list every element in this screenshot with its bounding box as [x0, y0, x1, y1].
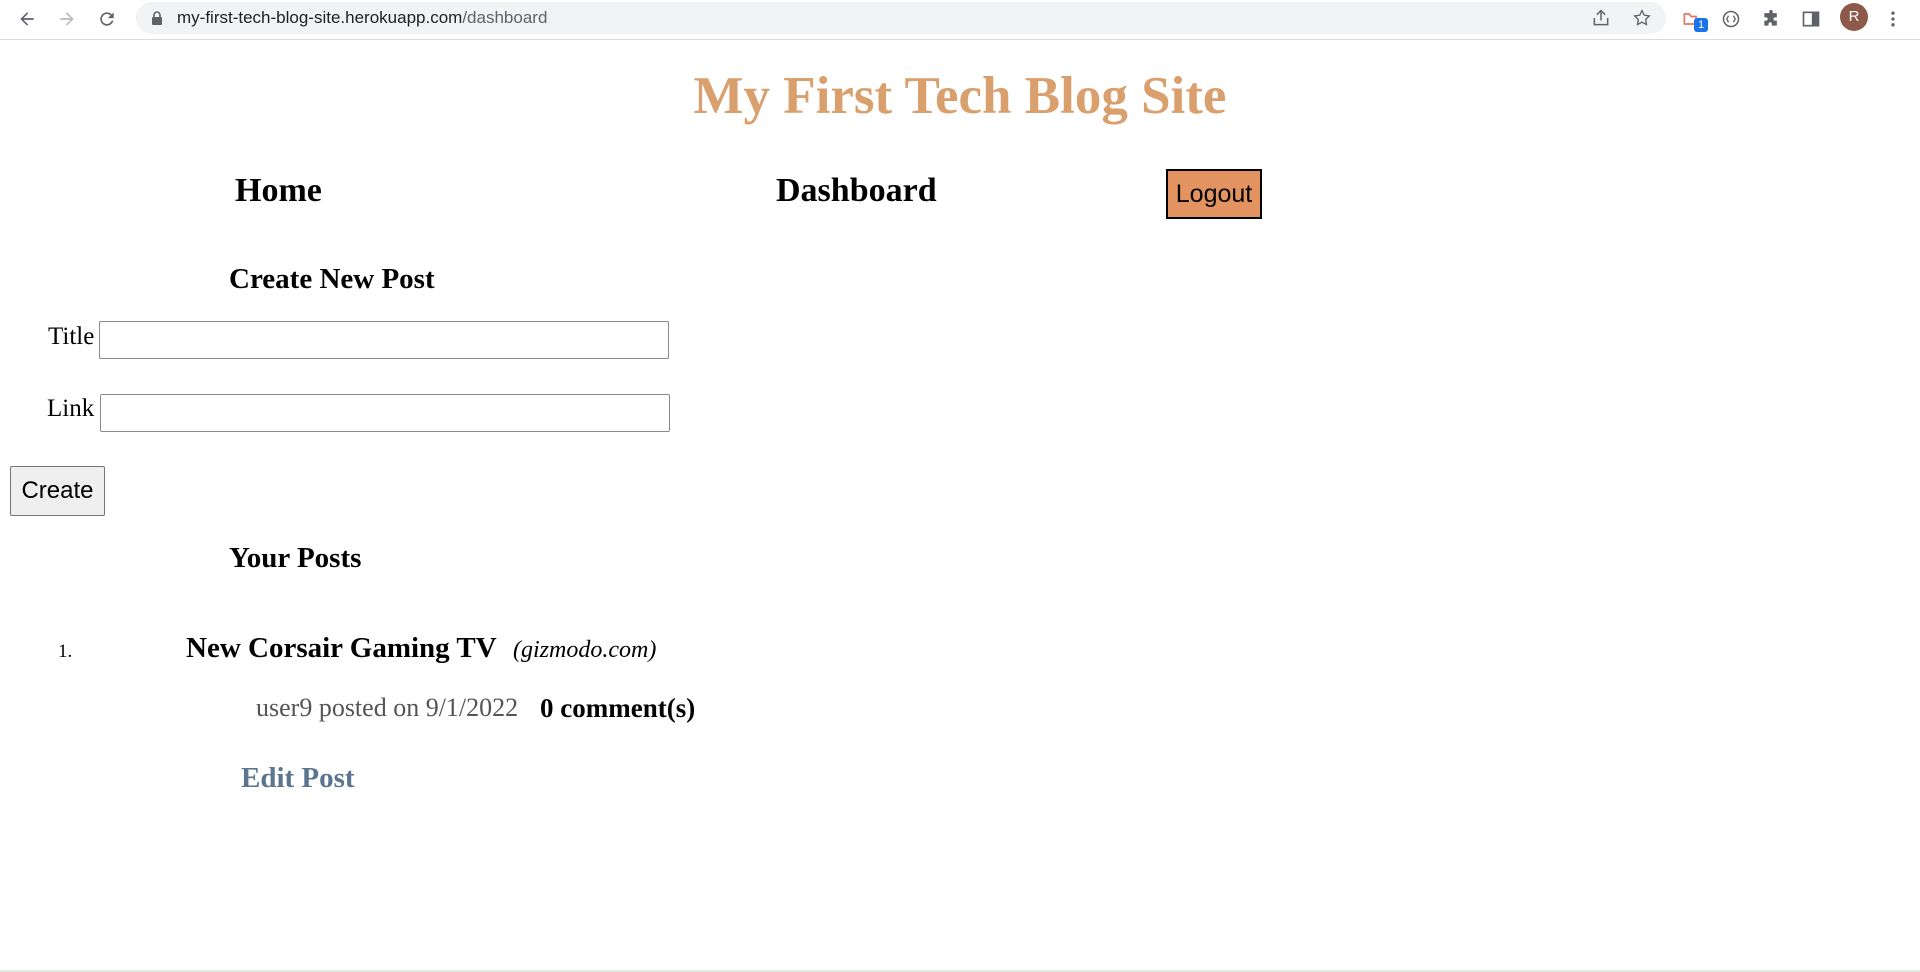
create-post-heading: Create New Post — [229, 263, 435, 295]
kebab-menu-icon[interactable] — [1880, 6, 1906, 32]
list-item-number: 1. — [58, 641, 73, 662]
side-panel-icon[interactable] — [1798, 6, 1824, 32]
puzzle-extensions-icon[interactable] — [1758, 6, 1784, 32]
url-path: /dashboard — [462, 8, 548, 27]
extension-badge: 1 — [1694, 18, 1708, 32]
link-label: Link — [47, 395, 95, 422]
post-comments-count[interactable]: 0 comment(s) — [540, 690, 695, 726]
nav-dashboard-link[interactable]: Dashboard — [776, 170, 937, 212]
edit-post-link[interactable]: Edit Post — [241, 760, 355, 796]
forward-arrow-icon[interactable] — [52, 4, 82, 34]
create-button[interactable]: Create — [10, 466, 105, 516]
reload-icon[interactable] — [92, 4, 122, 34]
site-title: My First Tech Blog Site — [693, 67, 1227, 125]
title-label: Title — [48, 323, 95, 350]
lock-icon — [152, 11, 162, 25]
bookmark-star-icon[interactable] — [1632, 8, 1652, 28]
post-meta: user9 posted on 9/1/2022 — [256, 693, 519, 722]
back-arrow-icon[interactable] — [12, 4, 42, 34]
url-host: my-first-tech-blog-site.herokuapp.com — [177, 8, 463, 27]
url-text: my-first-tech-blog-site.herokuapp.com/da… — [177, 2, 547, 34]
share-icon[interactable] — [1591, 8, 1611, 28]
address-bar[interactable]: my-first-tech-blog-site.herokuapp.com/da… — [136, 2, 1666, 34]
your-posts-heading: Your Posts — [229, 542, 362, 574]
extension-circle-icon[interactable] — [1718, 6, 1744, 32]
link-input[interactable] — [100, 394, 670, 432]
nav-home-link[interactable]: Home — [235, 170, 322, 212]
browser-toolbar: my-first-tech-blog-site.herokuapp.com/da… — [0, 0, 1920, 40]
post-title: New Corsair Gaming TV — [186, 632, 497, 664]
profile-avatar[interactable]: R — [1840, 3, 1868, 31]
post-domain: (gizmodo.com) — [513, 637, 657, 663]
logout-button[interactable]: Logout — [1166, 169, 1262, 219]
title-input[interactable] — [99, 321, 669, 359]
